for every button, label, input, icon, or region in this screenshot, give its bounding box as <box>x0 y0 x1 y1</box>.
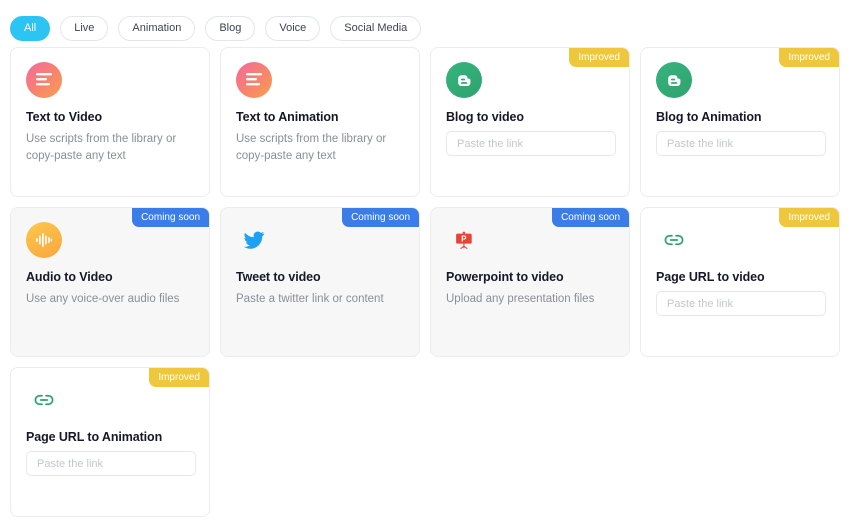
link-icon <box>26 382 62 418</box>
coming-soon-badge: Coming soon <box>132 208 209 227</box>
audio-waveform-icon <box>26 222 62 258</box>
svg-text:P: P <box>461 234 466 243</box>
tool-card-blog-to-video[interactable]: Improved Blog to video <box>430 47 630 197</box>
paste-link-input[interactable] <box>446 131 616 156</box>
tool-card-grid: Text to Video Use scripts from the librar… <box>0 47 861 517</box>
card-content: Text to Animation Use scripts from the li… <box>221 48 419 165</box>
blogger-icon <box>446 62 482 98</box>
coming-soon-badge: Coming soon <box>552 208 629 227</box>
card-description: Use scripts from the library or copy-pas… <box>236 133 387 162</box>
text-lines-icon <box>26 62 62 98</box>
filter-pill-voice[interactable]: Voice <box>265 16 321 41</box>
card-title: Audio to Video <box>26 270 113 284</box>
improved-badge: Improved <box>569 48 629 67</box>
filter-pill-animation[interactable]: Animation <box>118 16 196 41</box>
card-title: Blog to video <box>446 110 524 124</box>
filter-pill-bar: All Live Animation Blog Voice Social Media <box>0 0 861 47</box>
card-title: Tweet to video <box>236 270 321 284</box>
filter-pill-social-media[interactable]: Social Media <box>330 16 422 41</box>
improved-badge: Improved <box>779 208 839 227</box>
tool-card-text-to-video[interactable]: Text to Video Use scripts from the librar… <box>10 47 210 197</box>
filter-pill-live[interactable]: Live <box>60 16 109 41</box>
text-lines-icon <box>236 62 272 98</box>
card-title: Text to Video <box>26 110 103 124</box>
tool-card-audio-to-video[interactable]: Coming soon Audio to Video Use any voice-o… <box>10 207 210 357</box>
card-title: Page URL to video <box>656 270 765 284</box>
powerpoint-icon: P <box>446 222 482 258</box>
paste-link-input[interactable] <box>26 451 196 476</box>
twitter-icon <box>236 222 272 258</box>
tool-card-page-url-to-animation[interactable]: Improved Page URL to Animation <box>10 367 210 517</box>
tool-card-page-url-to-video[interactable]: Improved Page URL to video <box>640 207 840 357</box>
tool-card-text-to-animation[interactable]: Text to Animation Use scripts from the li… <box>220 47 420 197</box>
card-description: Upload any presentation files <box>446 293 595 305</box>
card-description: Paste a twitter link or content <box>236 293 384 305</box>
card-title: Powerpoint to video <box>446 270 564 284</box>
card-title: Page URL to Animation <box>26 430 163 444</box>
filter-pill-blog[interactable]: Blog <box>205 16 256 41</box>
filter-pill-all[interactable]: All <box>10 16 51 41</box>
improved-badge: Improved <box>149 368 209 387</box>
card-title: Text to Animation <box>236 110 339 124</box>
coming-soon-badge: Coming soon <box>342 208 419 227</box>
card-content: Text to Video Use scripts from the librar… <box>11 48 209 165</box>
improved-badge: Improved <box>779 48 839 67</box>
card-description: Use any voice-over audio files <box>26 293 180 305</box>
card-description: Use scripts from the library or copy-pas… <box>26 133 177 162</box>
tool-card-tweet-to-video[interactable]: Coming soon Tweet to video Paste a twitter… <box>220 207 420 357</box>
blogger-icon <box>656 62 692 98</box>
paste-link-input[interactable] <box>656 291 826 316</box>
link-icon <box>656 222 692 258</box>
tool-card-powerpoint-to-video[interactable]: Coming soon P Powerpoint to video Upload an… <box>430 207 630 357</box>
tool-card-blog-to-animation[interactable]: Improved Blog to Animation <box>640 47 840 197</box>
paste-link-input[interactable] <box>656 131 826 156</box>
card-title: Blog to Animation <box>656 110 762 124</box>
